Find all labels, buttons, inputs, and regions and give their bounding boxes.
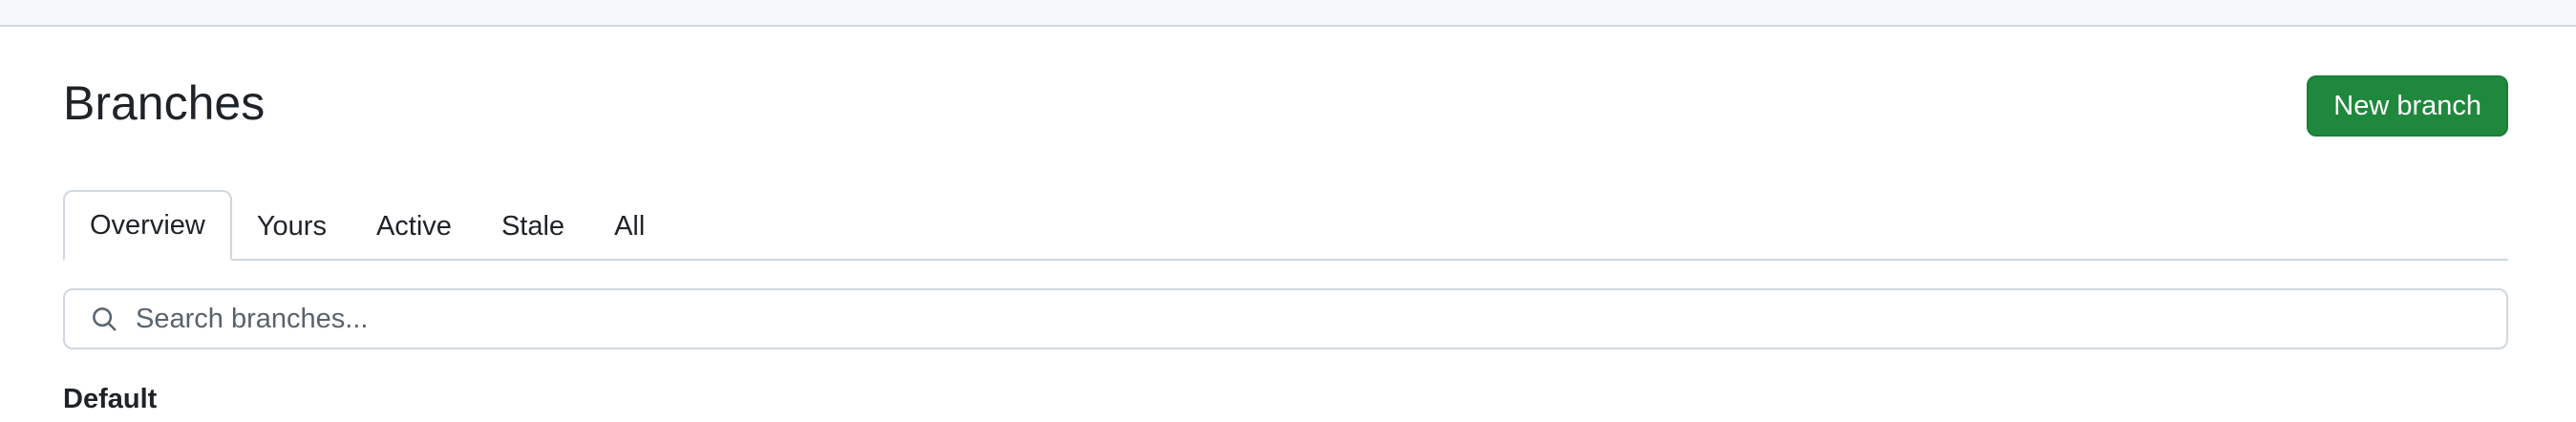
tab-all[interactable]: All: [589, 192, 670, 261]
search-input[interactable]: [134, 291, 2506, 347]
tab-yours[interactable]: Yours: [232, 192, 351, 261]
search-box: [63, 288, 2508, 349]
top-header-strip: [0, 0, 2576, 27]
branches-page: Branches New branch Overview Yours Activ…: [63, 27, 2508, 414]
search-icon: [88, 303, 120, 335]
branch-tabs: Overview Yours Active Stale All: [63, 188, 2508, 261]
page-header: Branches New branch: [63, 27, 2508, 189]
tab-active[interactable]: Active: [351, 192, 477, 261]
tab-stale[interactable]: Stale: [477, 192, 589, 261]
page-title: Branches: [63, 76, 266, 130]
tab-overview[interactable]: Overview: [63, 190, 232, 261]
default-section-heading: Default: [63, 384, 158, 414]
new-branch-button[interactable]: New branch: [2307, 75, 2508, 137]
